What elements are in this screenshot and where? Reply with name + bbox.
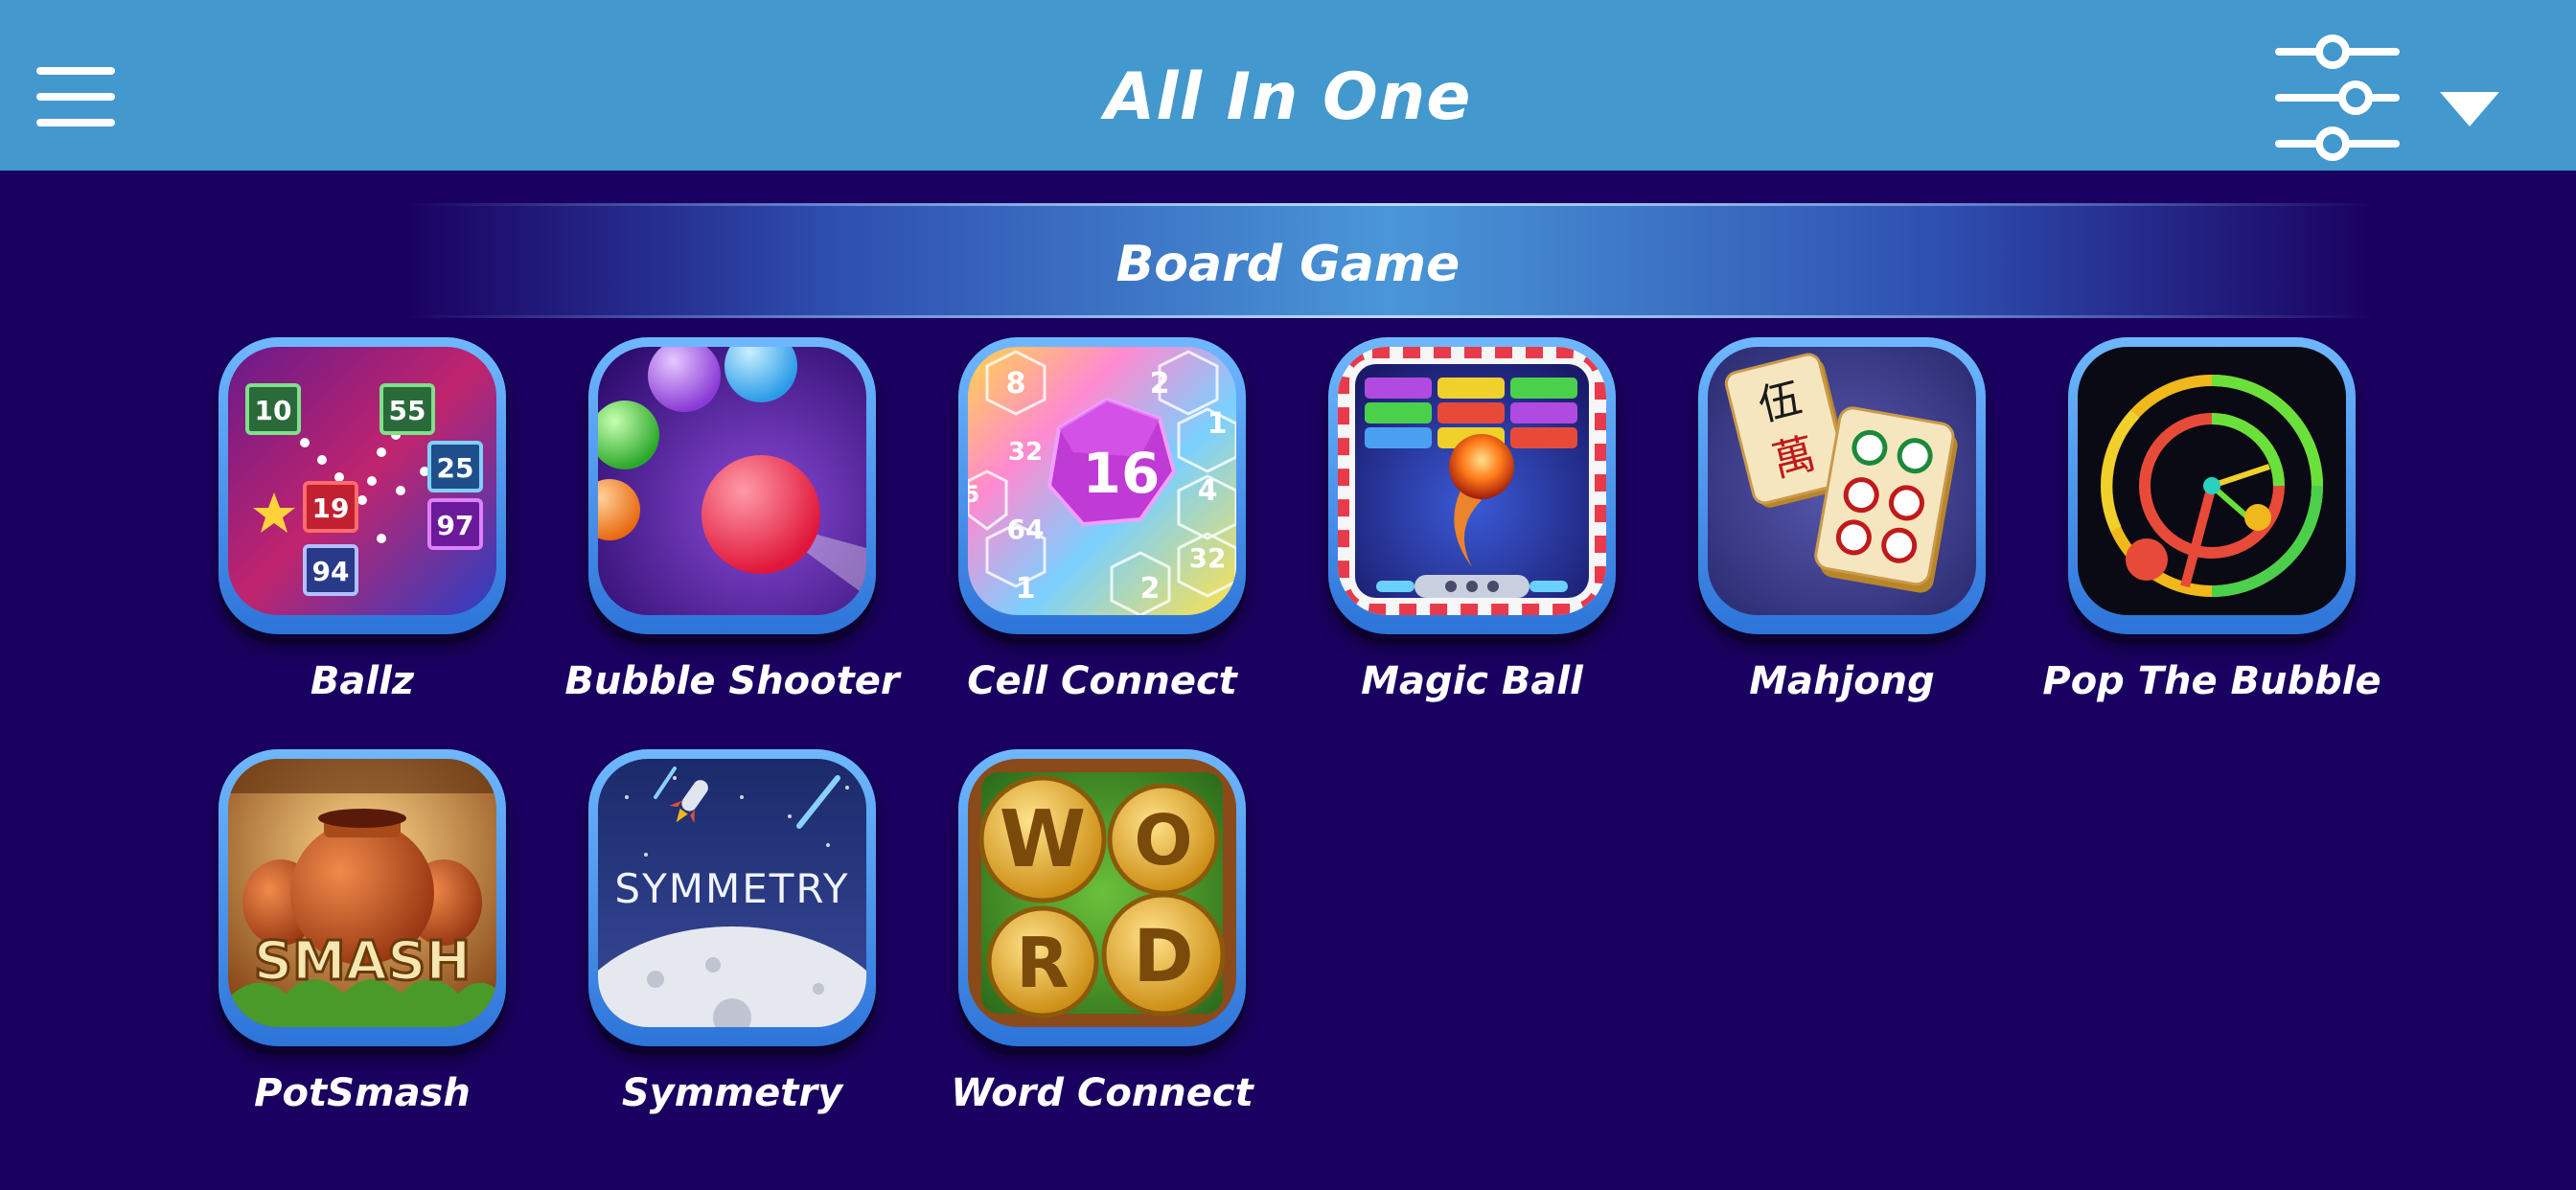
symmetry-icon: SYMMETRY: [598, 759, 866, 1027]
cell-number: 2: [1140, 572, 1161, 606]
word-letter: W: [1000, 794, 1086, 885]
game-tile-pop-the-bubble[interactable]: [2068, 337, 2356, 646]
cell-number: 64: [1007, 514, 1045, 545]
game-tile-bubble-shooter[interactable]: [588, 337, 876, 646]
cell-number: 8: [1006, 367, 1026, 400]
potsmash-logo-text: SMASH: [254, 930, 472, 993]
bubble-shooter-icon: [598, 347, 866, 615]
game-tile-ballz[interactable]: 10 55 25 19 97 94: [218, 337, 506, 646]
game-tile-potsmash[interactable]: SMASH: [218, 749, 506, 1058]
cell-number: 16: [1083, 441, 1161, 506]
page-title: All In One: [1104, 59, 1472, 135]
cell-number: 32: [1189, 542, 1227, 574]
cell-number: 2: [1150, 367, 1170, 400]
pop-the-bubble-icon: [2078, 347, 2346, 615]
ballz-number: 10: [255, 395, 292, 426]
ballz-number: 97: [437, 510, 474, 541]
game-tile-magic-ball[interactable]: [1328, 337, 1616, 646]
game-label[interactable]: Bubble Shooter: [540, 659, 924, 703]
word-connect-icon: W O R D: [968, 759, 1236, 1027]
magic-ball-icon: [1338, 347, 1606, 615]
ballz-icon: 10 55 25 19 97 94: [228, 347, 496, 615]
game-label[interactable]: Symmetry: [540, 1071, 924, 1115]
cell-number: 1: [1208, 407, 1228, 441]
top-app-bar: All In One: [0, 0, 2576, 171]
game-label[interactable]: Magic Ball: [1280, 659, 1664, 703]
word-letter: D: [1133, 913, 1193, 998]
game-label[interactable]: Word Connect: [910, 1071, 1294, 1115]
ballz-number: 55: [389, 395, 426, 426]
game-tile-word-connect[interactable]: W O R D: [958, 749, 1246, 1058]
mahjong-icon: 伍 萬: [1708, 347, 1976, 615]
cell-number: 4: [1198, 474, 1218, 508]
ballz-number: 25: [437, 452, 474, 484]
game-label[interactable]: Pop The Bubble: [2020, 659, 2404, 703]
filter-sliders-icon[interactable]: [2273, 31, 2404, 161]
cell-number: 32: [1008, 438, 1043, 467]
game-tile-mahjong[interactable]: 伍 萬: [1698, 337, 1986, 646]
word-letter: O: [1134, 800, 1192, 881]
game-label[interactable]: Mahjong: [1650, 659, 2034, 703]
game-tile-symmetry[interactable]: SYMMETRY: [588, 749, 876, 1058]
cell-number: 5: [968, 481, 979, 508]
symmetry-logo-text: SYMMETRY: [614, 865, 849, 912]
cell-connect-icon: 8 2 1 32 4 5 64 32 1 2 16: [968, 347, 1236, 615]
game-tile-cell-connect[interactable]: 8 2 1 32 4 5 64 32 1 2 16: [958, 337, 1246, 646]
game-label[interactable]: PotSmash: [171, 1071, 554, 1115]
cell-number: 1: [1016, 572, 1036, 606]
word-letter: R: [1016, 923, 1069, 1003]
potsmash-icon: SMASH: [228, 759, 496, 1027]
ballz-number: 94: [312, 556, 350, 587]
dropdown-arrow-icon[interactable]: [2438, 90, 2501, 128]
section-title: Board Game: [1116, 236, 1460, 293]
game-label[interactable]: Ballz: [171, 659, 554, 703]
ballz-number: 19: [312, 492, 350, 524]
game-label[interactable]: Cell Connect: [910, 659, 1294, 703]
